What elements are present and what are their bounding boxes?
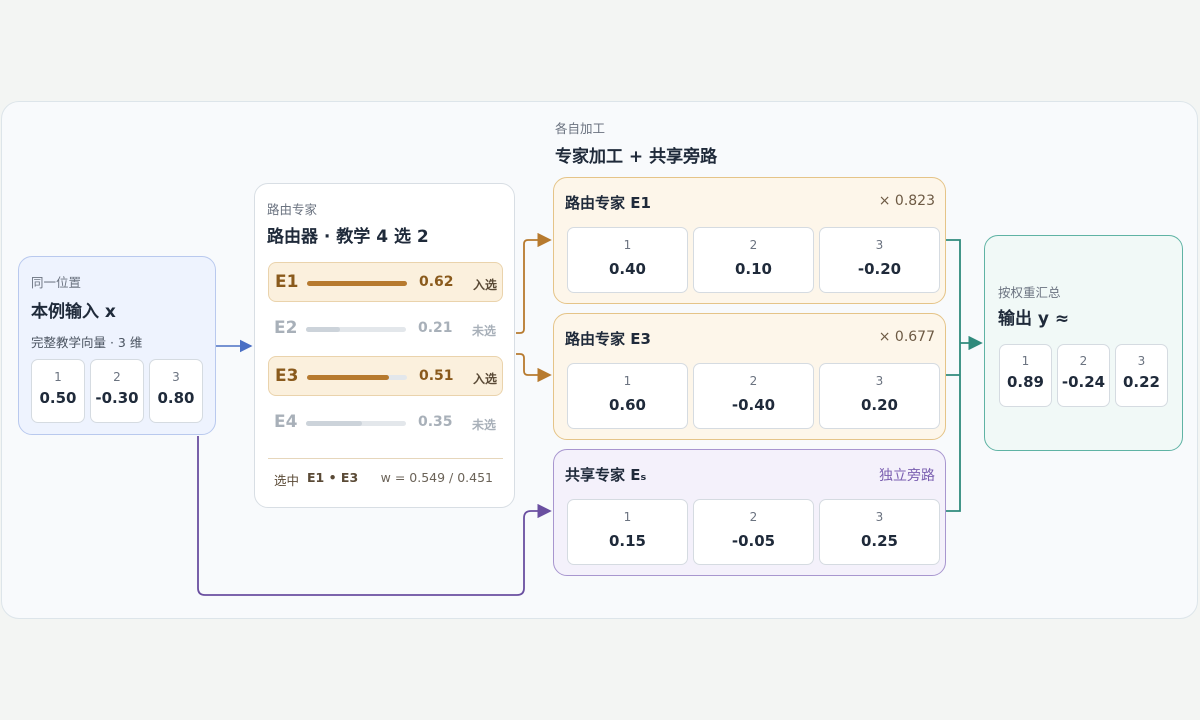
selection-state: 入选 (473, 372, 498, 386)
expert-name: 共享专家 Eₛ (565, 466, 647, 484)
output-card: 按权重汇总 输出 y ≈ 1 0.89 2 -0.24 3 0.22 (984, 235, 1183, 451)
expert-cell-3: 3 0.20 (819, 363, 940, 429)
input-cell-3: 3 0.80 (149, 359, 203, 423)
score-bar (306, 327, 406, 332)
router-footer-label: 选中 (274, 473, 300, 488)
expert-weight: 独立旁路 (879, 468, 935, 484)
output-kicker: 按权重汇总 (998, 285, 1061, 300)
output-cell-1: 1 0.89 (999, 344, 1052, 407)
section-kicker: 各自加工 (555, 121, 606, 136)
input-kicker: 同一位置 (31, 275, 82, 290)
score-bar-fill (306, 421, 362, 426)
score-bar (307, 281, 407, 286)
section-title: 专家加工 + 共享旁路 (555, 147, 718, 167)
router-score: 0.21 (418, 320, 453, 336)
expert-card-e1: 路由专家 E1 × 0.823 1 0.40 2 0.10 3 -0.20 (553, 177, 946, 304)
input-cell-1: 1 0.50 (31, 359, 85, 423)
selection-state: 未选 (472, 324, 497, 338)
expert-id: E2 (274, 318, 298, 338)
router-row-e4: E4 0.35 未选 (268, 403, 503, 443)
router-row-e2: E2 0.21 未选 (268, 309, 503, 349)
score-bar-fill (307, 281, 407, 286)
output-title: 输出 y ≈ (998, 309, 1070, 329)
router-title: 路由器 · 教学 4 选 2 (267, 227, 429, 247)
expert-id: E1 (275, 272, 299, 292)
router-footer-selected: E1 • E3 (307, 470, 359, 485)
router-row-e1: E1 0.62 入选 (268, 262, 503, 302)
selection-state: 入选 (473, 278, 498, 292)
score-bar-fill (306, 327, 340, 332)
expert-card-e3: 路由专家 E3 × 0.677 1 0.60 2 -0.40 3 0.20 (553, 313, 946, 440)
input-title: 本例输入 x (31, 302, 116, 322)
input-cell-2: 2 -0.30 (90, 359, 144, 423)
expert-cell-1: 1 0.15 (567, 499, 688, 565)
selection-state: 未选 (472, 418, 497, 432)
expert-cell-1: 1 0.60 (567, 363, 688, 429)
expert-id: E3 (275, 366, 299, 386)
expert-cell-3: 3 0.25 (819, 499, 940, 565)
router-footer-weights: w = 0.549 / 0.451 (380, 470, 493, 485)
expert-weight: × 0.823 (878, 193, 935, 209)
score-bar (306, 421, 406, 426)
output-cell-2: 2 -0.24 (1057, 344, 1110, 407)
expert-cell-1: 1 0.40 (567, 227, 688, 293)
score-bar (307, 375, 407, 380)
expert-name: 路由专家 E1 (565, 194, 651, 212)
expert-id: E4 (274, 412, 298, 432)
input-subtitle: 完整教学向量 · 3 维 (31, 335, 143, 350)
expert-name: 路由专家 E3 (565, 330, 651, 348)
router-score: 0.51 (419, 368, 454, 384)
expert-card-shared: 共享专家 Eₛ 独立旁路 1 0.15 2 -0.05 3 0.25 (553, 449, 946, 576)
expert-weight: × 0.677 (878, 329, 935, 345)
input-card: 同一位置 本例输入 x 完整教学向量 · 3 维 1 0.50 2 -0.30 … (18, 256, 216, 435)
router-score: 0.62 (419, 274, 454, 290)
score-bar-fill (307, 375, 389, 380)
router-kicker: 路由专家 (267, 202, 318, 217)
expert-cell-2: 2 -0.05 (693, 499, 814, 565)
output-cell-3: 3 0.22 (1115, 344, 1168, 407)
expert-cell-3: 3 -0.20 (819, 227, 940, 293)
expert-cell-2: 2 0.10 (693, 227, 814, 293)
expert-cell-2: 2 -0.40 (693, 363, 814, 429)
router-row-e3: E3 0.51 入选 (268, 356, 503, 396)
router-divider (268, 458, 503, 459)
router-card: 路由专家 路由器 · 教学 4 选 2 E1 0.62 入选 E2 0.21 未… (254, 183, 515, 508)
router-score: 0.35 (418, 414, 453, 430)
